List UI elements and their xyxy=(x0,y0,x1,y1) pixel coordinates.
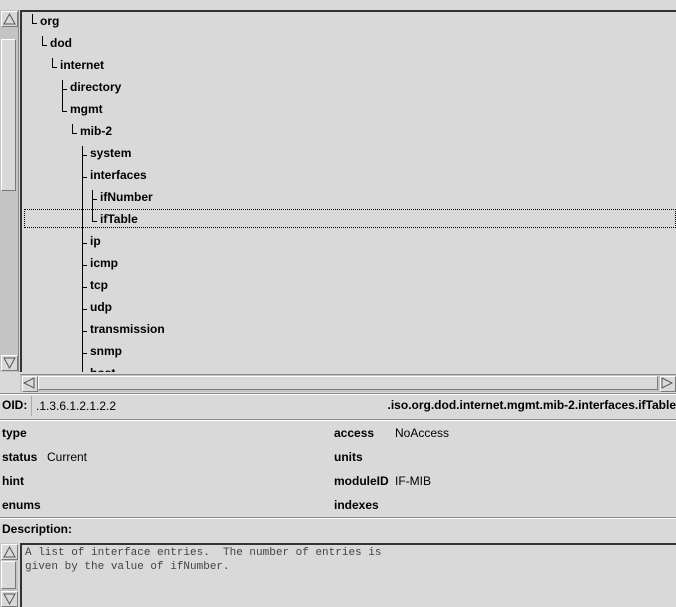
moduleid-label: moduleID xyxy=(334,474,389,488)
tree-node-snmp[interactable]: snmp xyxy=(90,342,122,360)
separator xyxy=(0,419,676,421)
tree-node-transmission[interactable]: transmission xyxy=(90,320,165,338)
scroll-up-arrow-icon[interactable] xyxy=(1,544,18,560)
tree-node-directory[interactable]: directory xyxy=(70,78,121,96)
tree-node-internet[interactable]: internet xyxy=(60,56,104,74)
tree-node-ifnumber[interactable]: ifNumber xyxy=(100,188,153,206)
scroll-left-arrow-icon[interactable] xyxy=(22,376,38,392)
separator xyxy=(0,517,676,519)
description-scrollbar[interactable] xyxy=(0,543,18,607)
scroll-up-arrow-icon[interactable] xyxy=(1,11,18,27)
tree-node-udp[interactable]: udp xyxy=(90,298,112,316)
mib-tree-view[interactable]: org dod internet directory mgmt mib-2 sy… xyxy=(20,10,676,372)
tree-vertical-scrollbar[interactable] xyxy=(0,10,19,372)
description-text: A list of interface entries. The number … xyxy=(25,547,382,573)
oid-path: .iso.org.dod.internet.mgmt.mib-2.interfa… xyxy=(387,398,676,412)
scroll-down-arrow-icon[interactable] xyxy=(1,591,18,607)
tree-horizontal-scroll-thumb[interactable] xyxy=(38,376,658,390)
access-label: access xyxy=(334,426,375,440)
units-label: units xyxy=(334,450,363,464)
tree-node-mib-2[interactable]: mib-2 xyxy=(80,122,112,140)
tree-node-org[interactable]: org xyxy=(40,12,59,30)
tree-node-host[interactable]: host xyxy=(90,364,115,372)
moduleid-value: IF-MIB xyxy=(395,474,431,488)
description-text-area[interactable]: A list of interface entries. The number … xyxy=(20,543,676,607)
enums-label: enums xyxy=(2,498,41,512)
scroll-down-arrow-icon[interactable] xyxy=(1,355,18,371)
description-scroll-thumb[interactable] xyxy=(1,561,16,589)
tree-node-iftable[interactable]: ifTable xyxy=(100,210,138,228)
hint-label: hint xyxy=(2,474,24,488)
description-label: Description: xyxy=(2,522,73,536)
tree-node-interfaces[interactable]: interfaces xyxy=(90,166,147,184)
access-value: NoAccess xyxy=(395,426,450,440)
tree-node-mgmt[interactable]: mgmt xyxy=(70,100,103,118)
tree-vertical-scroll-thumb[interactable] xyxy=(1,39,16,191)
indexes-label: indexes xyxy=(334,498,379,512)
tree-node-ip[interactable]: ip xyxy=(90,232,101,250)
scroll-right-arrow-icon[interactable] xyxy=(660,376,676,392)
tree-node-dod[interactable]: dod xyxy=(50,34,72,52)
type-label: type xyxy=(2,426,27,440)
tree-node-system[interactable]: system xyxy=(90,144,131,162)
tree-horizontal-scrollbar[interactable] xyxy=(20,374,676,392)
separator xyxy=(0,393,676,395)
oid-value-field[interactable]: .1.3.6.1.2.1.2.2 xyxy=(31,396,121,416)
status-label: status xyxy=(2,450,38,464)
oid-label: OID: xyxy=(2,398,28,412)
status-value: Current xyxy=(47,450,88,464)
tree-node-tcp[interactable]: tcp xyxy=(90,276,108,294)
tree-node-icmp[interactable]: icmp xyxy=(90,254,118,272)
